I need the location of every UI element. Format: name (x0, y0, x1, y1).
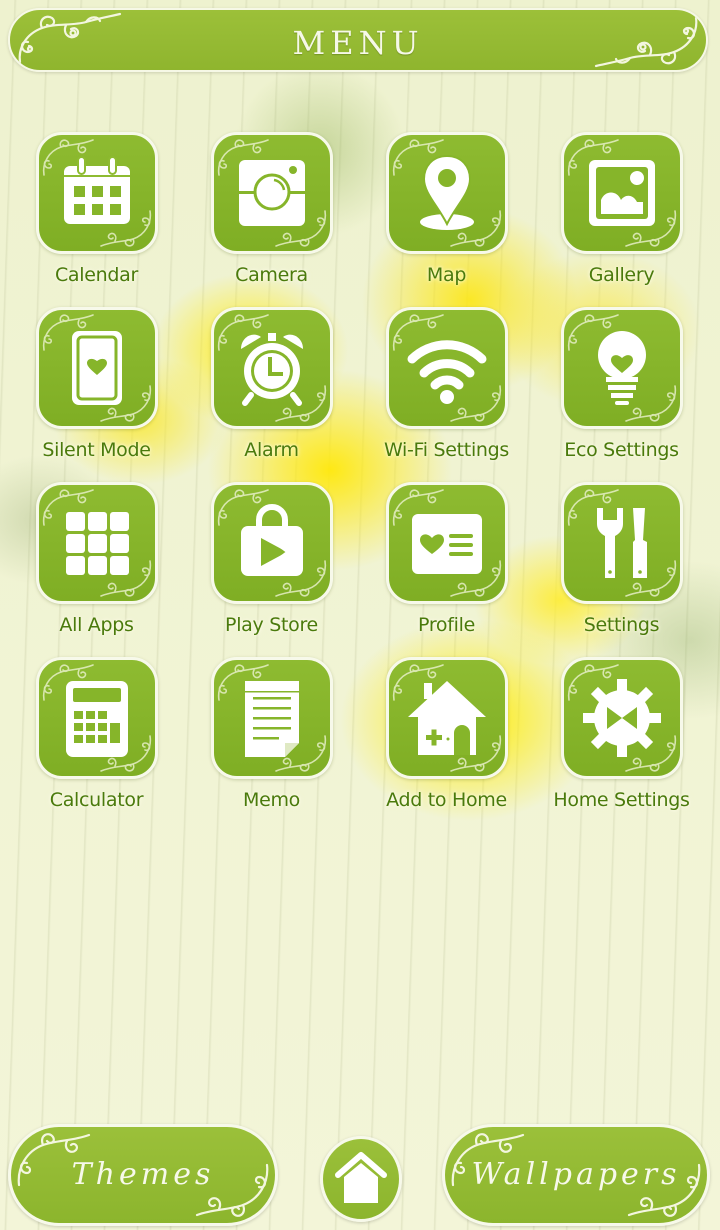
wifi-icon (407, 340, 486, 404)
app-label: Home Settings (553, 789, 690, 811)
app-icon-tile[interactable] (210, 132, 333, 254)
app-icon-tile[interactable] (560, 132, 683, 254)
app-calculator[interactable]: Calculator (9, 655, 184, 830)
app-calendar[interactable]: Calendar (9, 130, 184, 305)
wallpapers-label: Wallpapers (471, 1157, 681, 1192)
app-label: Calculator (49, 789, 144, 811)
app-label: Wi-Fi Settings (383, 439, 510, 461)
app-label: Settings (583, 614, 660, 636)
app-eco-settings[interactable]: Eco Settings (534, 305, 709, 480)
home-icon (335, 1152, 387, 1203)
play-store-bag-icon (240, 504, 303, 576)
app-icon-tile[interactable] (385, 307, 508, 429)
app-label: Memo (242, 789, 300, 811)
lightbulb-heart-icon (597, 331, 646, 405)
app-all-apps[interactable]: All Apps (9, 480, 184, 655)
app-icon-tile[interactable] (35, 307, 158, 429)
app-icon-tile[interactable] (35, 482, 158, 604)
app-icon-tile[interactable] (560, 307, 683, 429)
app-icon-tile[interactable] (210, 482, 333, 604)
map-pin-icon (419, 154, 474, 230)
gallery-icon (588, 160, 655, 226)
app-add-to-home[interactable]: Add to Home (359, 655, 534, 830)
wallpapers-button[interactable]: Wallpapers (442, 1124, 710, 1226)
home-settings-gear-icon (582, 679, 661, 757)
app-grid-icon (65, 512, 129, 575)
alarm-clock-icon (240, 333, 303, 406)
app-icon-tile[interactable] (385, 657, 508, 779)
memo-icon (244, 681, 299, 757)
wrench-screwdriver-icon (596, 508, 647, 578)
app-label: Silent Mode (42, 439, 151, 461)
app-icon-tile[interactable] (35, 657, 158, 779)
app-label: Play Store (225, 614, 318, 636)
app-icon-tile[interactable] (560, 482, 683, 604)
app-icon-tile[interactable] (385, 132, 508, 254)
add-to-home-icon (407, 681, 486, 755)
profile-card-icon (411, 514, 482, 574)
app-settings[interactable]: Settings (534, 480, 709, 655)
app-label: Alarm (244, 439, 299, 461)
themes-label: Themes (71, 1157, 215, 1192)
app-icon-tile[interactable] (385, 482, 508, 604)
app-icon-tile[interactable] (560, 657, 683, 779)
app-alarm[interactable]: Alarm (184, 305, 359, 480)
app-label: Add to Home (386, 789, 507, 811)
calendar-icon (63, 156, 130, 224)
app-label: Eco Settings (564, 439, 679, 461)
themes-button[interactable]: Themes (8, 1124, 278, 1226)
app-wifi-settings[interactable]: Wi-Fi Settings (359, 305, 534, 480)
app-profile[interactable]: Profile (359, 480, 534, 655)
app-label: Calendar (54, 264, 139, 286)
app-label: Gallery (588, 264, 655, 286)
camera-icon (238, 160, 305, 226)
app-map[interactable]: Map (359, 130, 534, 305)
app-icon-tile[interactable] (210, 657, 333, 779)
app-icon-tile[interactable] (35, 132, 158, 254)
menu-header: MENU (8, 8, 708, 72)
calculator-icon (65, 681, 128, 757)
home-button[interactable] (320, 1136, 402, 1222)
app-gallery[interactable]: Gallery (534, 130, 709, 305)
app-home-settings[interactable]: Home Settings (534, 655, 709, 830)
page-title: MENU (292, 24, 424, 62)
app-grid: Calendar Camera Map Gallery Silent Mode … (9, 130, 709, 830)
app-label: Camera (235, 264, 308, 286)
app-icon-tile[interactable] (210, 307, 333, 429)
app-memo[interactable]: Memo (184, 655, 359, 830)
app-camera[interactable]: Camera (184, 130, 359, 305)
app-silent-mode[interactable]: Silent Mode (9, 305, 184, 480)
app-label: Profile (418, 614, 475, 636)
app-play-store[interactable]: Play Store (184, 480, 359, 655)
app-label: Map (426, 264, 467, 286)
app-label: All Apps (59, 614, 134, 636)
silent-mode-icon (71, 331, 122, 405)
